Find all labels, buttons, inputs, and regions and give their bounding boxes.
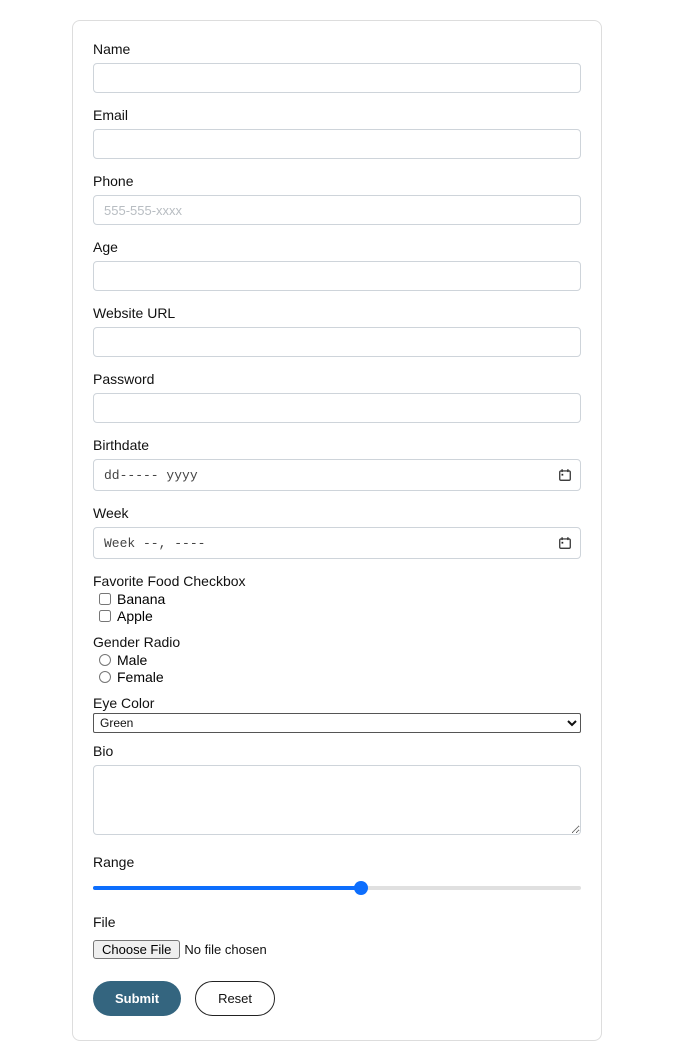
choose-file-button[interactable]: Choose File xyxy=(93,940,180,959)
range-slider[interactable] xyxy=(93,876,581,900)
form-card: Name Email Phone Age Website URL Passwor… xyxy=(72,20,602,1041)
field-email: Email xyxy=(93,107,581,159)
calendar-icon[interactable] xyxy=(558,468,572,482)
gender-option-female[interactable]: Female xyxy=(93,669,581,685)
field-website: Website URL xyxy=(93,305,581,357)
eye-color-select[interactable]: Green xyxy=(93,713,581,733)
email-label: Email xyxy=(93,107,581,123)
name-input[interactable] xyxy=(93,63,581,93)
reset-button[interactable]: Reset xyxy=(195,981,275,1016)
favorite-food-label: Favorite Food Checkbox xyxy=(93,573,581,589)
password-input[interactable] xyxy=(93,393,581,423)
bio-textarea[interactable] xyxy=(93,765,581,835)
week-label: Week xyxy=(93,505,581,521)
field-password: Password xyxy=(93,371,581,423)
file-input-row: Choose File No file chosen xyxy=(93,936,581,963)
birthdate-label: Birthdate xyxy=(93,437,581,453)
email-input[interactable] xyxy=(93,129,581,159)
female-option-label: Female xyxy=(117,669,164,685)
birthdate-value: dd----- yyyy xyxy=(104,468,198,483)
submit-button[interactable]: Submit xyxy=(93,981,181,1016)
field-phone: Phone xyxy=(93,173,581,225)
female-radio[interactable] xyxy=(99,671,111,683)
password-label: Password xyxy=(93,371,581,387)
phone-label: Phone xyxy=(93,173,581,189)
field-name: Name xyxy=(93,41,581,93)
field-birthdate: Birthdate dd----- yyyy xyxy=(93,437,581,491)
form-actions: Submit Reset xyxy=(93,981,581,1016)
website-input[interactable] xyxy=(93,327,581,357)
range-fill xyxy=(93,886,361,890)
website-label: Website URL xyxy=(93,305,581,321)
gender-option-male[interactable]: Male xyxy=(93,652,581,668)
calendar-icon[interactable] xyxy=(558,536,572,550)
file-label: File xyxy=(93,914,581,930)
name-label: Name xyxy=(93,41,581,57)
favorite-food-option-apple[interactable]: Apple xyxy=(93,608,581,624)
field-age: Age xyxy=(93,239,581,291)
age-label: Age xyxy=(93,239,581,255)
male-option-label: Male xyxy=(117,652,147,668)
week-input[interactable]: Week --, ---- xyxy=(93,527,581,559)
week-value: Week --, ---- xyxy=(104,536,205,551)
field-bio: Bio xyxy=(93,743,581,840)
eye-color-label: Eye Color xyxy=(93,695,581,711)
birthdate-input[interactable]: dd----- yyyy xyxy=(93,459,581,491)
field-range: Range xyxy=(93,854,581,900)
favorite-food-option-banana[interactable]: Banana xyxy=(93,591,581,607)
male-radio[interactable] xyxy=(99,654,111,666)
gender-label: Gender Radio xyxy=(93,634,581,650)
banana-option-label: Banana xyxy=(117,591,165,607)
field-favorite-food: Favorite Food Checkbox Banana Apple xyxy=(93,573,581,624)
range-label: Range xyxy=(93,854,581,870)
field-eye-color: Eye Color Green xyxy=(93,695,581,733)
apple-checkbox[interactable] xyxy=(99,610,111,622)
field-week: Week Week --, ---- xyxy=(93,505,581,559)
file-status-text: No file chosen xyxy=(184,942,266,957)
range-thumb[interactable] xyxy=(354,881,368,895)
banana-checkbox[interactable] xyxy=(99,593,111,605)
phone-input[interactable] xyxy=(93,195,581,225)
field-file: File Choose File No file chosen xyxy=(93,914,581,963)
bio-label: Bio xyxy=(93,743,581,759)
age-input[interactable] xyxy=(93,261,581,291)
apple-option-label: Apple xyxy=(117,608,153,624)
field-gender: Gender Radio Male Female xyxy=(93,634,581,685)
